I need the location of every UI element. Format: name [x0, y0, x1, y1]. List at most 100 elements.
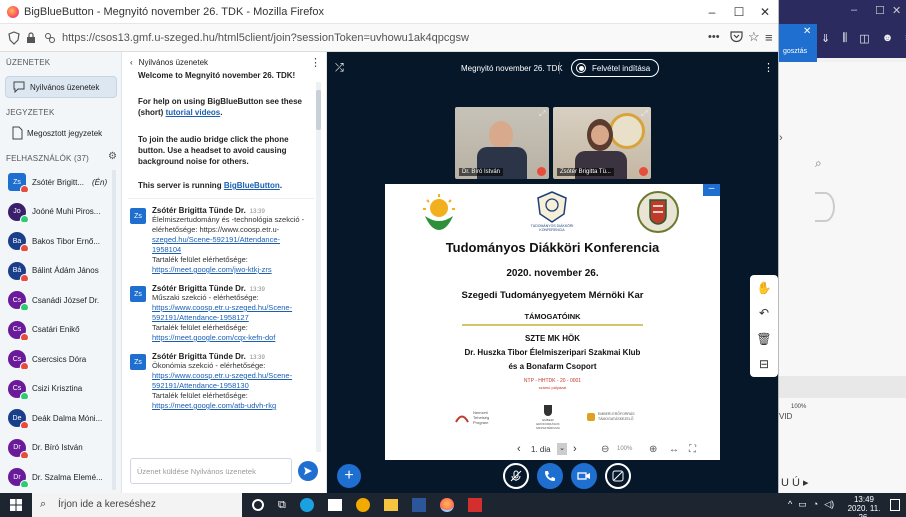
- user-list-item[interactable]: Cs Csercsics Dóra: [8, 349, 116, 369]
- shield-icon[interactable]: [8, 31, 20, 45]
- user-list-item[interactable]: Dr Dr. Szalma Elemé...: [8, 467, 116, 487]
- minimize-button[interactable]: –: [704, 4, 720, 20]
- message-link[interactable]: 1958104: [152, 245, 316, 255]
- background-window-tab[interactable]: gosztás ✕: [779, 24, 817, 62]
- user-list-item[interactable]: Jo Joóné Muhi Piros...: [8, 202, 116, 222]
- undo-icon[interactable]: ↶: [759, 306, 769, 320]
- fullscreen-icon[interactable]: ⛶: [689, 444, 696, 455]
- tutorial-link[interactable]: tutorial videos: [166, 108, 221, 117]
- zoom-in-icon[interactable]: ⊕: [649, 444, 657, 455]
- presentation-slide[interactable]: – TUDOMÁNYOS DIÁKKÖRI KONFERENCIA Tudomá…: [385, 184, 720, 460]
- user-list-item[interactable]: Zs Zsótér Brigitt... (Én): [8, 172, 116, 192]
- bg-close-icon[interactable]: ✕: [892, 4, 901, 17]
- edge-icon[interactable]: [299, 498, 314, 512]
- fullscreen-icon[interactable]: ⤢: [641, 109, 647, 119]
- shared-notes-button[interactable]: Megosztott jegyzetek: [5, 122, 117, 144]
- notifications-icon[interactable]: [890, 499, 900, 511]
- menu-icon[interactable]: ≡: [765, 30, 773, 45]
- video-tile-2[interactable]: ⤢ Zsótér Brigitta Tü...: [553, 107, 651, 179]
- actions-button[interactable]: +: [337, 464, 361, 488]
- explorer-icon[interactable]: [383, 499, 398, 511]
- bookmark-star-icon[interactable]: ☆: [748, 29, 760, 45]
- bg-minimize-icon[interactable]: –: [851, 4, 857, 16]
- mute-button[interactable]: [503, 463, 529, 489]
- acrobat-icon[interactable]: [467, 498, 482, 512]
- slide-page[interactable]: 1. dia: [531, 445, 551, 454]
- user-list-scrollbar[interactable]: [112, 170, 116, 490]
- background-window[interactable]: gosztás ✕ – ☐ ✕ ⇓ ⫼ ◫ ☻ ≡ › ⌕ 100% VID U…: [778, 0, 906, 493]
- camera-button[interactable]: [571, 463, 597, 489]
- message-link[interactable]: https://www.coosp.etr.u-szeged.hu/Scene-: [152, 303, 316, 313]
- bg-maximize-icon[interactable]: ☐: [875, 4, 885, 17]
- battery-icon[interactable]: ▭: [798, 499, 807, 510]
- download-icon[interactable]: ⇓: [821, 32, 830, 45]
- url-input[interactable]: https://csos13.gmf.u-szeged.hu/html5clie…: [62, 32, 469, 44]
- close-icon[interactable]: ✕: [803, 26, 811, 37]
- minimize-presentation-button[interactable]: –: [703, 184, 720, 196]
- user-list-item[interactable]: Dr Dr. Bíró István: [8, 438, 116, 458]
- share-screen-button[interactable]: [605, 463, 631, 489]
- chat-options-icon[interactable]: ⋮: [310, 56, 321, 69]
- trash-icon[interactable]: 🗑: [756, 332, 771, 346]
- zoom-out-icon[interactable]: ⊖: [601, 444, 609, 455]
- lock-icon[interactable]: [26, 32, 36, 44]
- user-list-toggle-icon[interactable]: ⤮: [335, 62, 344, 75]
- video-tile-1[interactable]: ⤢ Dr. Bíró István: [455, 107, 549, 179]
- fullscreen-icon[interactable]: ⤢: [539, 109, 545, 119]
- cortana-icon[interactable]: [252, 499, 264, 511]
- volume-icon[interactable]: ◁): [824, 499, 834, 510]
- maximize-button[interactable]: ☐: [731, 4, 747, 20]
- close-window-button[interactable]: ✕: [757, 4, 773, 20]
- message-link[interactable]: szeged.hu/Scene-592191/Attendance-: [152, 235, 316, 245]
- hand-tool-icon[interactable]: ✋: [757, 281, 772, 295]
- word-icon[interactable]: [411, 498, 426, 512]
- message-link[interactable]: https://meet.google.com/atb-udvh-rkg: [152, 401, 316, 411]
- gear-icon[interactable]: ⚙: [108, 151, 117, 162]
- slide-page-dropdown-icon[interactable]: ⌄: [557, 443, 567, 455]
- record-button[interactable]: Felvétel indítása: [571, 59, 660, 77]
- user-list-item[interactable]: Cs Csatári Enikő: [8, 320, 116, 340]
- clock[interactable]: 13:49 2020. 11. 26.: [846, 495, 882, 517]
- library-icon[interactable]: ⫼: [842, 32, 847, 45]
- firefox-taskbar-icon[interactable]: [439, 498, 454, 512]
- page-actions-icon[interactable]: •••: [708, 31, 720, 43]
- multi-user-icon[interactable]: ⊟: [759, 357, 769, 371]
- taskbar-search[interactable]: ⌕ Írjon ide a kereséshez: [32, 493, 242, 517]
- options-menu-icon[interactable]: ⋮: [763, 61, 774, 74]
- message-link[interactable]: https://meet.google.com/cqx-kefn-dof: [152, 333, 316, 343]
- message-link[interactable]: https://www.coosp.etr.u-szeged.hu/Scene-: [152, 371, 316, 381]
- bbb-link[interactable]: BigBlueButton: [224, 181, 280, 190]
- fit-width-icon[interactable]: ↔: [669, 444, 679, 455]
- mic-status-icon: [20, 185, 29, 192]
- user-list-item[interactable]: Bá Bálint Ádám János: [8, 261, 116, 281]
- pocket-icon[interactable]: [730, 31, 743, 43]
- message-link[interactable]: https://meet.google.com/jwo-ktkj-zrs: [152, 265, 316, 275]
- account-icon[interactable]: ☻: [882, 32, 894, 45]
- next-slide-button[interactable]: ›: [573, 443, 577, 455]
- chrome-icon[interactable]: [355, 498, 370, 512]
- user-list-item[interactable]: Cs Csizi Krisztina: [8, 379, 116, 399]
- message-text: Műszaki szekció - elérhetősége:: [152, 293, 259, 302]
- message-sender: Zsótér Brigitta Tünde Dr.: [152, 352, 246, 361]
- sidebar-icon[interactable]: ◫: [859, 32, 869, 45]
- user-list-item[interactable]: Ba Bakos Tibor Ernő...: [8, 231, 116, 251]
- chat-input[interactable]: Üzenet küldése Nyilvános üzenetek: [130, 458, 292, 484]
- wifi-icon[interactable]: ◔: [813, 499, 818, 510]
- message-link[interactable]: 592191/Attendance-1958130: [152, 381, 316, 391]
- search-icon[interactable]: ⌕: [815, 156, 831, 172]
- chat-scrollbar[interactable]: [316, 82, 321, 452]
- chevron-up-icon[interactable]: ^: [788, 499, 792, 510]
- chat-back-button[interactable]: ‹ Nyilvános üzenetek: [130, 58, 208, 67]
- message-link[interactable]: 592191/Attendance-1958127: [152, 313, 316, 323]
- audio-button[interactable]: [537, 463, 563, 489]
- windows-start-icon[interactable]: [10, 499, 22, 511]
- user-list-item[interactable]: Cs Csanádi József Dr.: [8, 290, 116, 310]
- message-text: Tartalék felület elérhetősége:: [152, 391, 248, 400]
- permissions-icon[interactable]: [44, 32, 56, 44]
- send-button[interactable]: [298, 461, 318, 481]
- store-icon[interactable]: [327, 499, 342, 511]
- user-list-item[interactable]: De Deák Dalma Móni...: [8, 408, 116, 428]
- prev-slide-button[interactable]: ‹: [517, 443, 521, 455]
- public-chat-button[interactable]: Nyilvános üzenetek: [5, 76, 117, 98]
- task-view-icon[interactable]: ⧉: [278, 499, 286, 512]
